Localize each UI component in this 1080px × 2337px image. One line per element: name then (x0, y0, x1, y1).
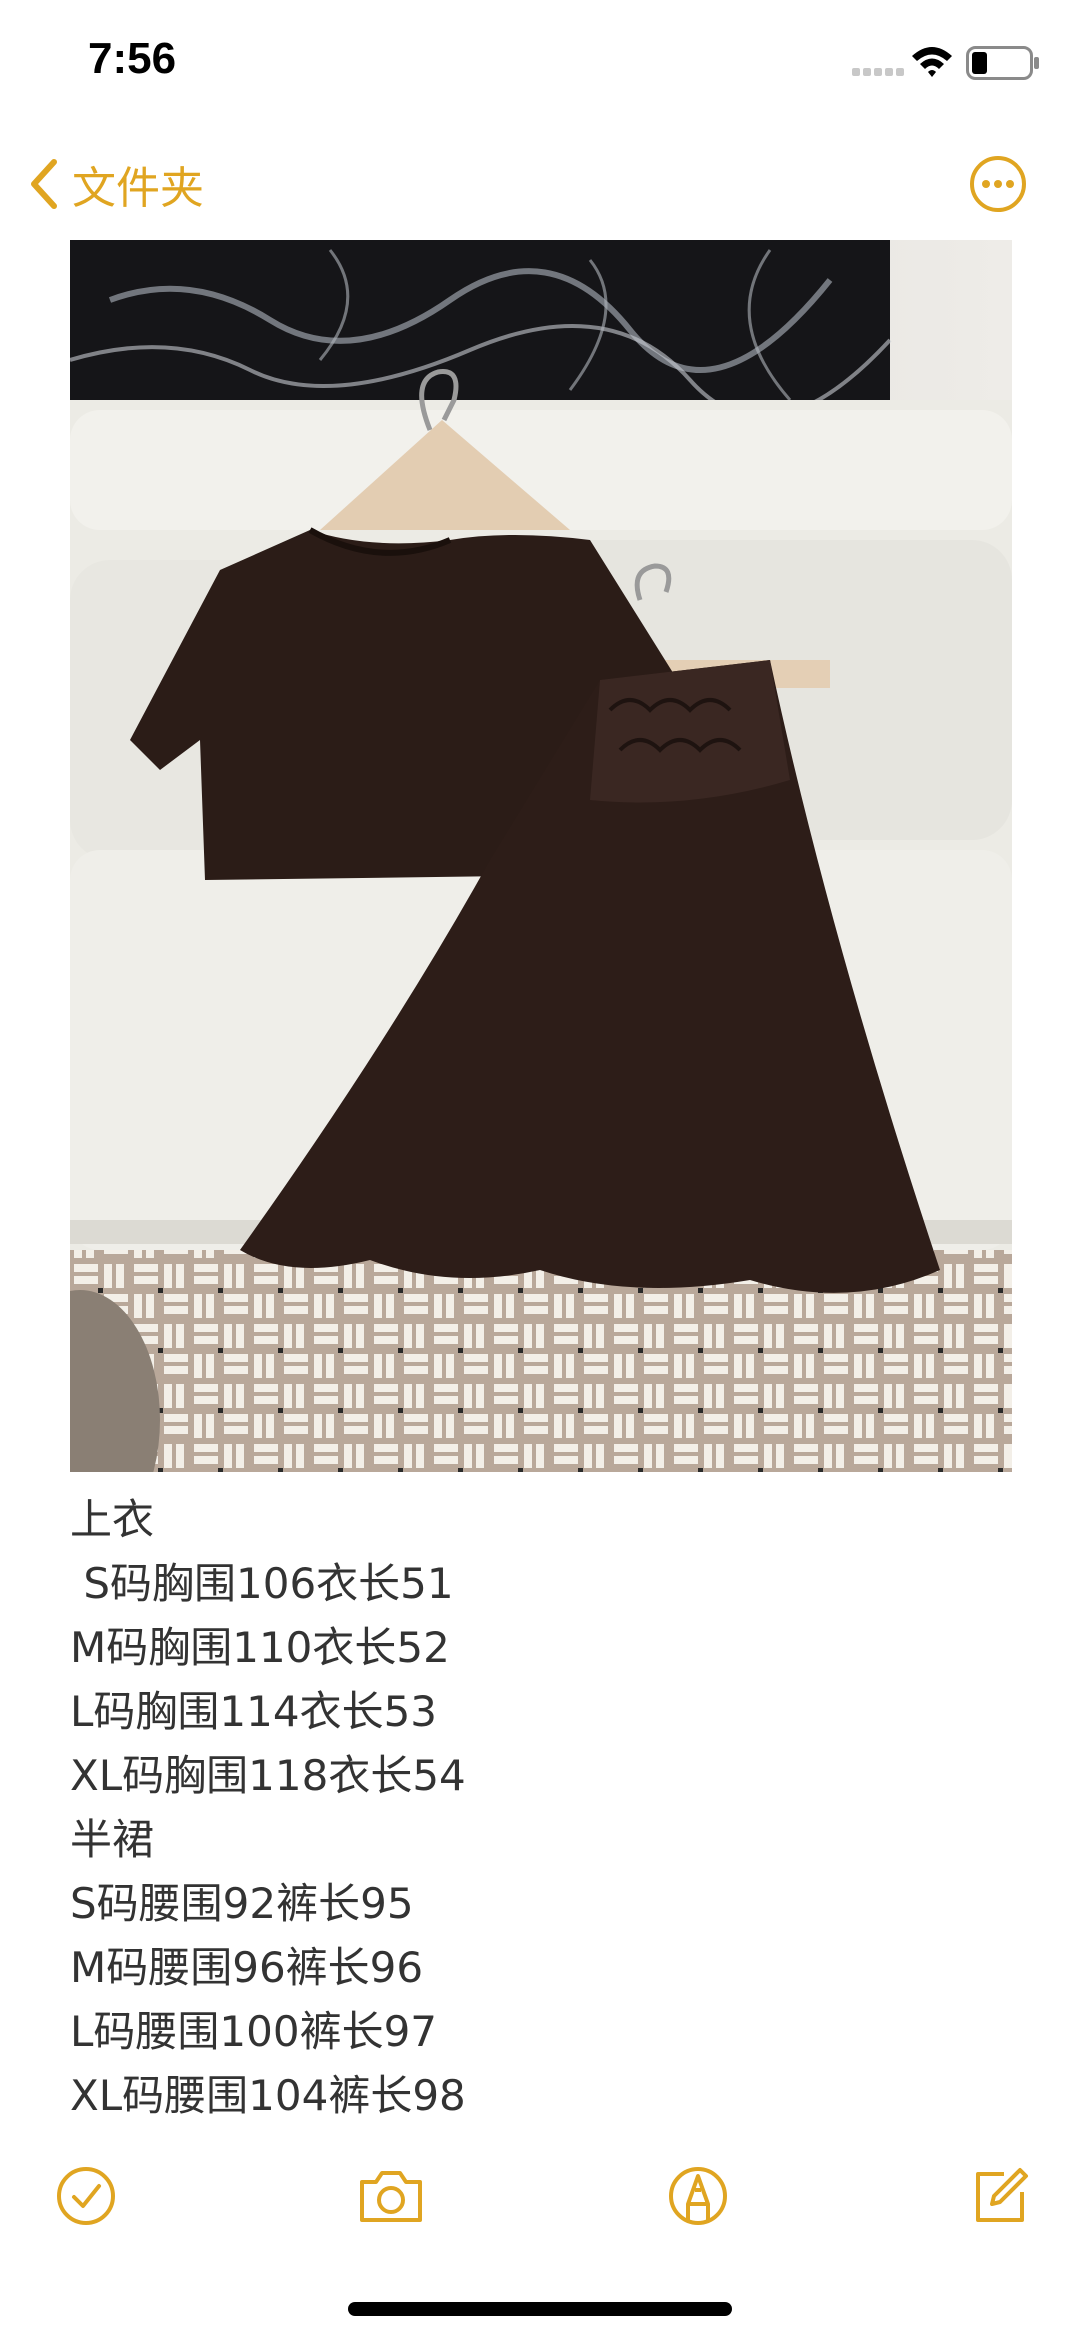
note-line: 上衣 (70, 1495, 155, 1544)
bottom-toolbar (0, 2150, 1080, 2240)
note-line: M码胸围110衣长52 (70, 1623, 450, 1672)
back-button[interactable]: 文件夹 (28, 152, 204, 216)
checklist-icon[interactable] (54, 2164, 118, 2228)
note-line: 半裙 (70, 1815, 155, 1864)
chevron-left-icon (31, 159, 57, 209)
compose-icon[interactable] (968, 2164, 1032, 2228)
home-indicator[interactable] (348, 2302, 732, 2316)
note-line: S码胸围106衣长51 (70, 1559, 454, 1608)
signal-icon (852, 68, 904, 76)
note-line: L码胸围114衣长53 (70, 1687, 438, 1736)
notes-screen: 7:56 文件夹 上衣 S码胸围106衣长51 M码胸围110衣长52 L码胸围… (0, 0, 1080, 2337)
note-line: XL码腰围104裤长98 (70, 2071, 466, 2120)
note-line: S码腰围92裤长95 (70, 1879, 414, 1928)
note-line: L码腰围100裤长97 (70, 2007, 438, 2056)
note-photo[interactable] (70, 240, 1012, 1472)
note-body[interactable]: 上衣 S码胸围106衣长51 M码胸围110衣长52 L码胸围114衣长53 X… (70, 1488, 1010, 2128)
ellipsis-circle-icon[interactable] (968, 154, 1028, 214)
back-label: 文件夹 (72, 163, 204, 214)
markup-pen-icon[interactable] (666, 2164, 730, 2228)
note-line: M码腰围96裤长96 (70, 1943, 424, 1992)
nav-bar: 文件夹 (0, 140, 1080, 230)
status-time: 7:56 (88, 34, 177, 83)
battery-icon (966, 46, 1039, 80)
note-line: XL码胸围118衣长54 (70, 1751, 466, 1800)
wifi-icon (912, 47, 952, 77)
camera-icon[interactable] (356, 2164, 426, 2228)
clothing-photo (70, 240, 1012, 1472)
status-bar: 7:56 (0, 0, 1080, 130)
